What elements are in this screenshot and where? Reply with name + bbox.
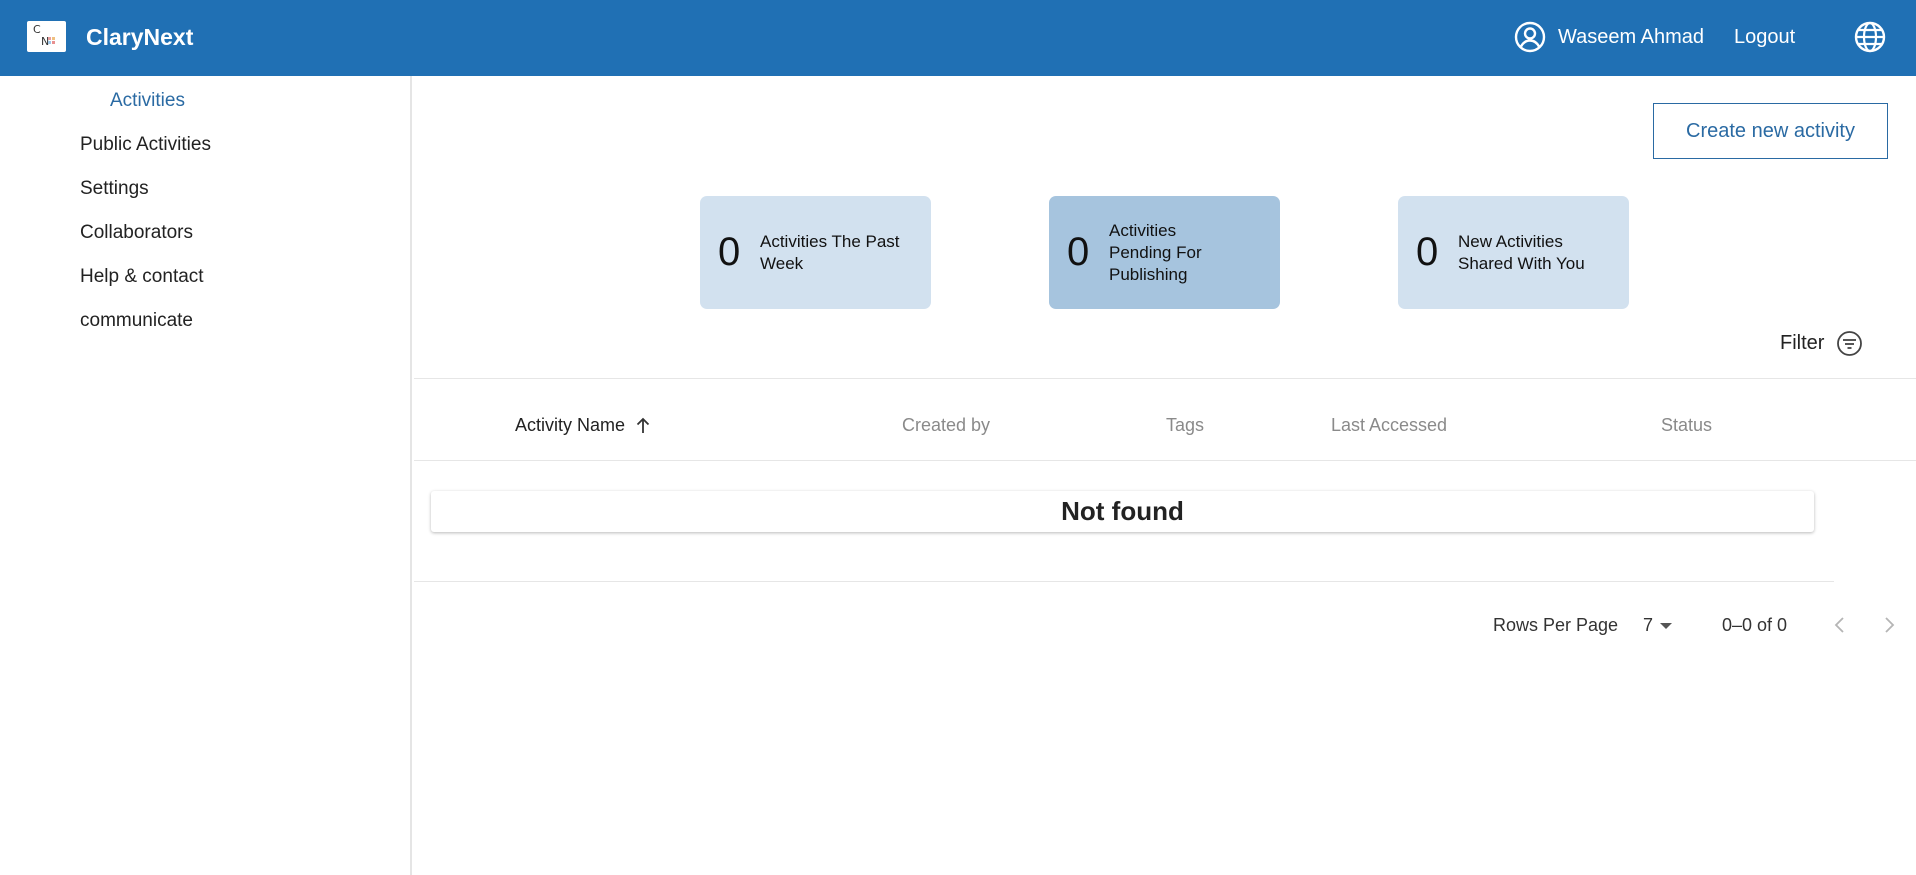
empty-state-message: Not found bbox=[431, 491, 1814, 532]
stat-value: 0 bbox=[718, 230, 741, 274]
table-header-divider bbox=[414, 460, 1916, 461]
logo-letter-c: C bbox=[33, 23, 41, 36]
sidebar: Activities Public Activities Settings Co… bbox=[0, 76, 412, 875]
brand-logo[interactable]: C N bbox=[27, 21, 66, 52]
sidebar-item-communicate[interactable]: communicate bbox=[80, 310, 193, 332]
brand-name[interactable]: ClaryNext bbox=[86, 24, 193, 51]
column-header-tags[interactable]: Tags bbox=[1166, 415, 1204, 436]
table-bottom-divider bbox=[414, 581, 1834, 582]
stat-value: 0 bbox=[1067, 230, 1090, 274]
rows-per-page-label: Rows Per Page bbox=[1493, 615, 1619, 635]
caret-down-icon bbox=[1660, 622, 1673, 629]
sidebar-item-public-activities[interactable]: Public Activities bbox=[80, 134, 211, 156]
logo-dots bbox=[48, 37, 57, 46]
top-app-bar: C N ClaryNext Waseem Ahmad Logout bbox=[0, 0, 1916, 76]
stat-label: New Activities Shared With You bbox=[1458, 231, 1585, 273]
globe-icon[interactable] bbox=[1853, 20, 1887, 54]
arrow-up-icon[interactable] bbox=[634, 415, 652, 435]
rows-per-page-value: 7 bbox=[1643, 615, 1654, 635]
create-new-activity-button[interactable]: Create new activity bbox=[1653, 103, 1888, 159]
stat-card-past-week[interactable]: 0 Activities The Past Week bbox=[700, 196, 931, 309]
sidebar-item-collaborators[interactable]: Collaborators bbox=[80, 222, 193, 244]
stat-value: 0 bbox=[1416, 230, 1439, 274]
stat-card-shared-with-you[interactable]: 0 New Activities Shared With You bbox=[1398, 196, 1629, 309]
column-header-created-by[interactable]: Created by bbox=[902, 415, 990, 436]
pagination-range: 0–0 of 0 bbox=[1722, 615, 1788, 635]
user-name[interactable]: Waseem Ahmad bbox=[1558, 26, 1704, 49]
filter-icon bbox=[1837, 331, 1863, 356]
account-circle-icon[interactable] bbox=[1514, 21, 1546, 53]
chevron-right-icon[interactable] bbox=[1881, 614, 1897, 636]
sidebar-item-settings[interactable]: Settings bbox=[80, 178, 149, 200]
stat-label: Activities The Past Week bbox=[760, 231, 900, 273]
column-header-status[interactable]: Status bbox=[1661, 415, 1712, 436]
chevron-left-icon[interactable] bbox=[1832, 614, 1848, 636]
sidebar-item-help-contact[interactable]: Help & contact bbox=[80, 266, 204, 288]
column-header-activity-name[interactable]: Activity Name bbox=[515, 415, 625, 436]
filter-button[interactable]: Filter bbox=[1780, 330, 1863, 357]
table-top-divider bbox=[414, 378, 1916, 379]
filter-label: Filter bbox=[1780, 332, 1825, 354]
rows-per-page-select[interactable]: 7 bbox=[1643, 615, 1673, 636]
sidebar-item-activities[interactable]: Activities bbox=[110, 90, 185, 112]
column-header-last-accessed[interactable]: Last Accessed bbox=[1331, 415, 1447, 436]
logout-button[interactable]: Logout bbox=[1734, 26, 1795, 49]
stat-card-pending-publishing[interactable]: 0 Activities Pending For Publishing bbox=[1049, 196, 1280, 309]
stat-label: Activities Pending For Publishing bbox=[1109, 220, 1202, 284]
